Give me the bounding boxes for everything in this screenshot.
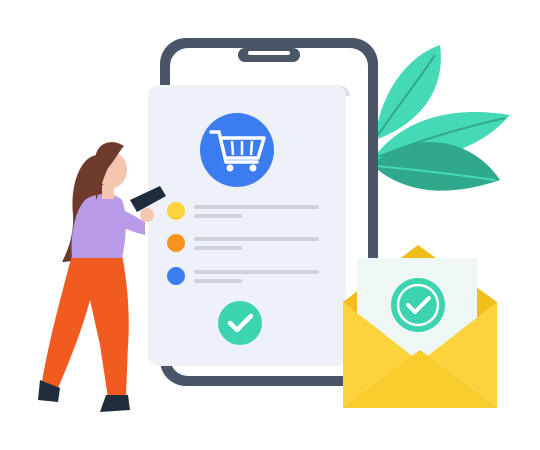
- person: [38, 142, 166, 412]
- text-line: [194, 279, 242, 283]
- bullet-yellow: [167, 202, 185, 220]
- text-line: [194, 205, 319, 209]
- confirm-badge: [218, 301, 262, 345]
- person-hand: [140, 208, 154, 222]
- envelope-icon: [343, 245, 497, 408]
- bullet-orange: [167, 234, 185, 252]
- text-line: [194, 246, 242, 250]
- bullet-blue: [167, 267, 185, 285]
- person-pants: [42, 255, 129, 398]
- cart-badge: [200, 113, 274, 187]
- order-confirmation-illustration: [0, 0, 540, 450]
- order-receipt: [148, 85, 350, 366]
- person-shoe: [100, 395, 130, 412]
- text-line: [194, 237, 319, 241]
- illustration-canvas: [38, 38, 510, 412]
- leaf-icon: [372, 45, 510, 191]
- text-line: [194, 270, 319, 274]
- phone-speaker: [248, 51, 290, 55]
- text-line: [194, 214, 242, 218]
